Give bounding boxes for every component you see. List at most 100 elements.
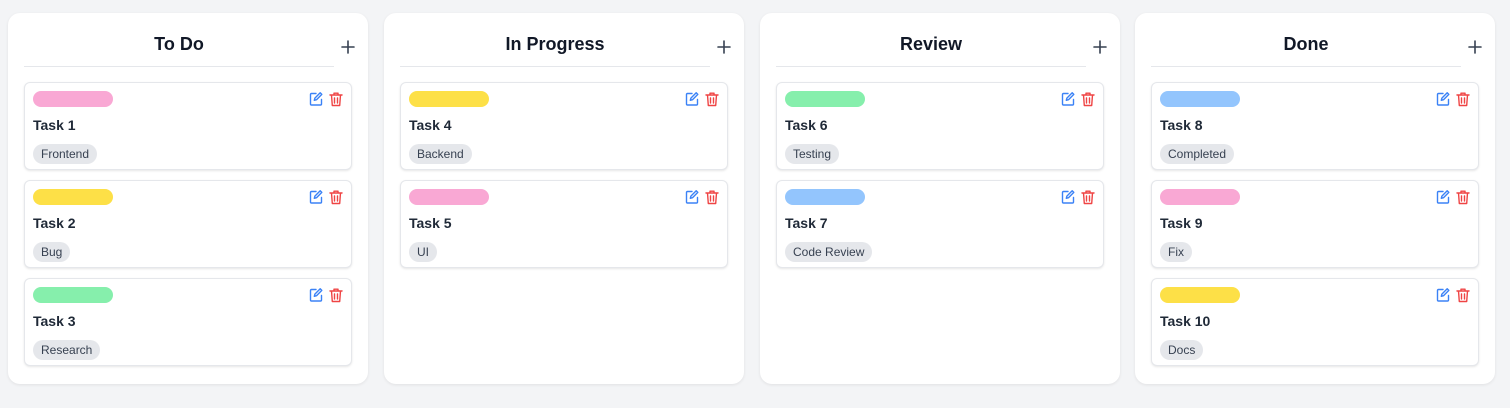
column-in-progress: In Progress Task 4 Backend Task 5 UI bbox=[384, 13, 744, 384]
edit-icon bbox=[309, 92, 323, 106]
task-tag: UI bbox=[409, 242, 437, 262]
column-header: Done bbox=[1151, 13, 1461, 67]
edit-icon bbox=[1436, 288, 1450, 302]
task-title: Task 1 bbox=[33, 117, 76, 133]
trash-icon bbox=[705, 92, 719, 107]
plus-icon bbox=[717, 40, 731, 54]
add-task-button[interactable] bbox=[338, 37, 358, 57]
column-title: In Progress bbox=[505, 34, 605, 54]
trash-icon bbox=[329, 190, 343, 205]
kanban-board: To Do Task 1 Frontend Task 2 Bug Task 3 … bbox=[0, 0, 1510, 408]
edit-icon bbox=[1061, 190, 1075, 204]
task-title: Task 5 bbox=[409, 215, 452, 231]
task-title: Task 2 bbox=[33, 215, 76, 231]
task-card[interactable]: Task 1 Frontend bbox=[24, 82, 352, 170]
edit-icon bbox=[309, 288, 323, 302]
delete-button[interactable] bbox=[705, 189, 719, 205]
edit-icon bbox=[685, 92, 699, 106]
plus-icon bbox=[341, 40, 355, 54]
color-label bbox=[1160, 287, 1240, 303]
column-title: Done bbox=[1283, 34, 1329, 54]
color-label bbox=[409, 189, 489, 205]
task-card[interactable]: Task 5 UI bbox=[400, 180, 728, 268]
color-label bbox=[1160, 189, 1240, 205]
plus-icon bbox=[1468, 40, 1482, 54]
column-header: Review bbox=[776, 13, 1086, 67]
task-title: Task 7 bbox=[785, 215, 828, 231]
edit-button[interactable] bbox=[685, 91, 699, 107]
column-review: Review Task 6 Testing Task 7 Code Review bbox=[760, 13, 1120, 384]
task-card[interactable]: Task 7 Code Review bbox=[776, 180, 1104, 268]
task-tag: Completed bbox=[1160, 144, 1235, 164]
task-tag: Fix bbox=[1160, 242, 1192, 262]
card-list: Task 4 Backend Task 5 UI bbox=[400, 82, 728, 278]
task-card[interactable]: Task 2 Bug bbox=[24, 180, 352, 268]
delete-button[interactable] bbox=[329, 287, 343, 303]
add-task-button[interactable] bbox=[1465, 37, 1485, 57]
column-header: To Do bbox=[24, 13, 334, 67]
task-card[interactable]: Task 4 Backend bbox=[400, 82, 728, 170]
card-list: Task 6 Testing Task 7 Code Review bbox=[776, 82, 1104, 278]
edit-icon bbox=[1436, 92, 1450, 106]
delete-button[interactable] bbox=[705, 91, 719, 107]
edit-button[interactable] bbox=[1436, 91, 1450, 107]
delete-button[interactable] bbox=[329, 189, 343, 205]
color-label bbox=[1160, 91, 1240, 107]
edit-button[interactable] bbox=[309, 189, 323, 205]
edit-icon bbox=[1436, 190, 1450, 204]
trash-icon bbox=[1456, 288, 1470, 303]
task-card[interactable]: Task 8 Completed bbox=[1151, 82, 1479, 170]
edit-icon bbox=[685, 190, 699, 204]
task-title: Task 3 bbox=[33, 313, 76, 329]
column-title: Review bbox=[899, 34, 963, 54]
color-label bbox=[33, 91, 113, 107]
edit-button[interactable] bbox=[685, 189, 699, 205]
plus-icon bbox=[1093, 40, 1107, 54]
task-tag: Backend bbox=[409, 144, 472, 164]
color-label bbox=[33, 189, 113, 205]
trash-icon bbox=[1456, 190, 1470, 205]
task-card[interactable]: Task 10 Docs bbox=[1151, 278, 1479, 366]
color-label bbox=[785, 189, 865, 205]
task-title: Task 8 bbox=[1160, 117, 1203, 133]
trash-icon bbox=[329, 92, 343, 107]
delete-button[interactable] bbox=[1456, 287, 1470, 303]
task-title: Task 4 bbox=[409, 117, 452, 133]
delete-button[interactable] bbox=[1081, 91, 1095, 107]
delete-button[interactable] bbox=[329, 91, 343, 107]
edit-button[interactable] bbox=[309, 287, 323, 303]
column-done: Done Task 8 Completed Task 9 Fix Task 10… bbox=[1135, 13, 1495, 384]
task-tag: Testing bbox=[785, 144, 840, 164]
color-label bbox=[785, 91, 865, 107]
task-tag: Code Review bbox=[785, 242, 873, 262]
task-tag: Bug bbox=[33, 242, 71, 262]
card-list: Task 8 Completed Task 9 Fix Task 10 Docs bbox=[1151, 82, 1479, 376]
trash-icon bbox=[329, 288, 343, 303]
task-title: Task 9 bbox=[1160, 215, 1203, 231]
edit-button[interactable] bbox=[309, 91, 323, 107]
task-card[interactable]: Task 9 Fix bbox=[1151, 180, 1479, 268]
delete-button[interactable] bbox=[1456, 91, 1470, 107]
column-todo: To Do Task 1 Frontend Task 2 Bug Task 3 … bbox=[8, 13, 368, 384]
task-card[interactable]: Task 6 Testing bbox=[776, 82, 1104, 170]
trash-icon bbox=[1081, 92, 1095, 107]
task-tag: Docs bbox=[1160, 340, 1204, 360]
task-card[interactable]: Task 3 Research bbox=[24, 278, 352, 366]
add-task-button[interactable] bbox=[714, 37, 734, 57]
delete-button[interactable] bbox=[1081, 189, 1095, 205]
column-title: To Do bbox=[154, 34, 204, 54]
trash-icon bbox=[1456, 92, 1470, 107]
color-label bbox=[409, 91, 489, 107]
edit-button[interactable] bbox=[1061, 189, 1075, 205]
edit-button[interactable] bbox=[1436, 287, 1450, 303]
delete-button[interactable] bbox=[1456, 189, 1470, 205]
edit-icon bbox=[309, 190, 323, 204]
color-label bbox=[33, 287, 113, 303]
edit-button[interactable] bbox=[1061, 91, 1075, 107]
card-list: Task 1 Frontend Task 2 Bug Task 3 Resear… bbox=[24, 82, 352, 376]
edit-button[interactable] bbox=[1436, 189, 1450, 205]
add-task-button[interactable] bbox=[1090, 37, 1110, 57]
task-title: Task 6 bbox=[785, 117, 828, 133]
trash-icon bbox=[705, 190, 719, 205]
task-tag: Frontend bbox=[33, 144, 98, 164]
